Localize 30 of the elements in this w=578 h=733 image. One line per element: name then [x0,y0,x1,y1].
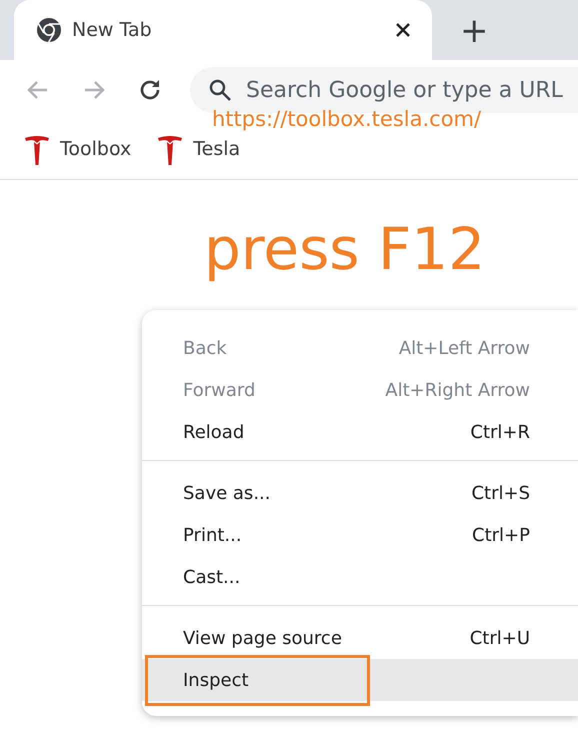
shortcut-text: Alt+Left Arrow [398,336,530,360]
search-icon [208,78,232,102]
shortcut-text: Ctrl+P [472,524,530,548]
bookmark[interactable]: Tesla [157,134,240,164]
t-logo-icon [24,134,50,164]
bookmark[interactable]: Toolbox [24,134,132,164]
menu-item[interactable]: View page source Ctrl+U [142,617,578,659]
shortcut-text: Ctrl+U [470,626,530,650]
menu-item[interactable]: Print... Ctrl+P [142,514,578,556]
menu-item-label: Cast... [183,566,240,590]
browser-tab[interactable]: New Tab [14,0,432,60]
new-tab-button[interactable]: + [456,14,492,48]
t-logo-icon [157,134,184,164]
shortcut-text: Ctrl+S [471,482,530,506]
menu-item[interactable]: Save as... Ctrl+S [142,472,578,514]
instruction-text: press F12 [203,215,486,285]
menu-item-label: Reload [183,420,244,444]
menu-item-label: Inspect [183,668,249,692]
tab-title: New Tab [72,18,153,43]
menu-item[interactable]: Cast... [142,556,578,598]
menu-item-label: Print... [183,524,242,548]
shortcut-text: Alt+Right Arrow [385,378,530,402]
menu-item[interactable]: Reload Ctrl+R [142,411,578,453]
menu-item-label: Back [183,336,227,360]
menu-item-label: View page source [183,626,342,650]
menu-item-label: Forward [183,378,256,402]
close-icon [395,22,411,38]
browser-logo-icon [36,17,62,43]
shortcut-text: Ctrl+R [470,420,530,444]
menu-item-label: Save as... [183,482,270,506]
